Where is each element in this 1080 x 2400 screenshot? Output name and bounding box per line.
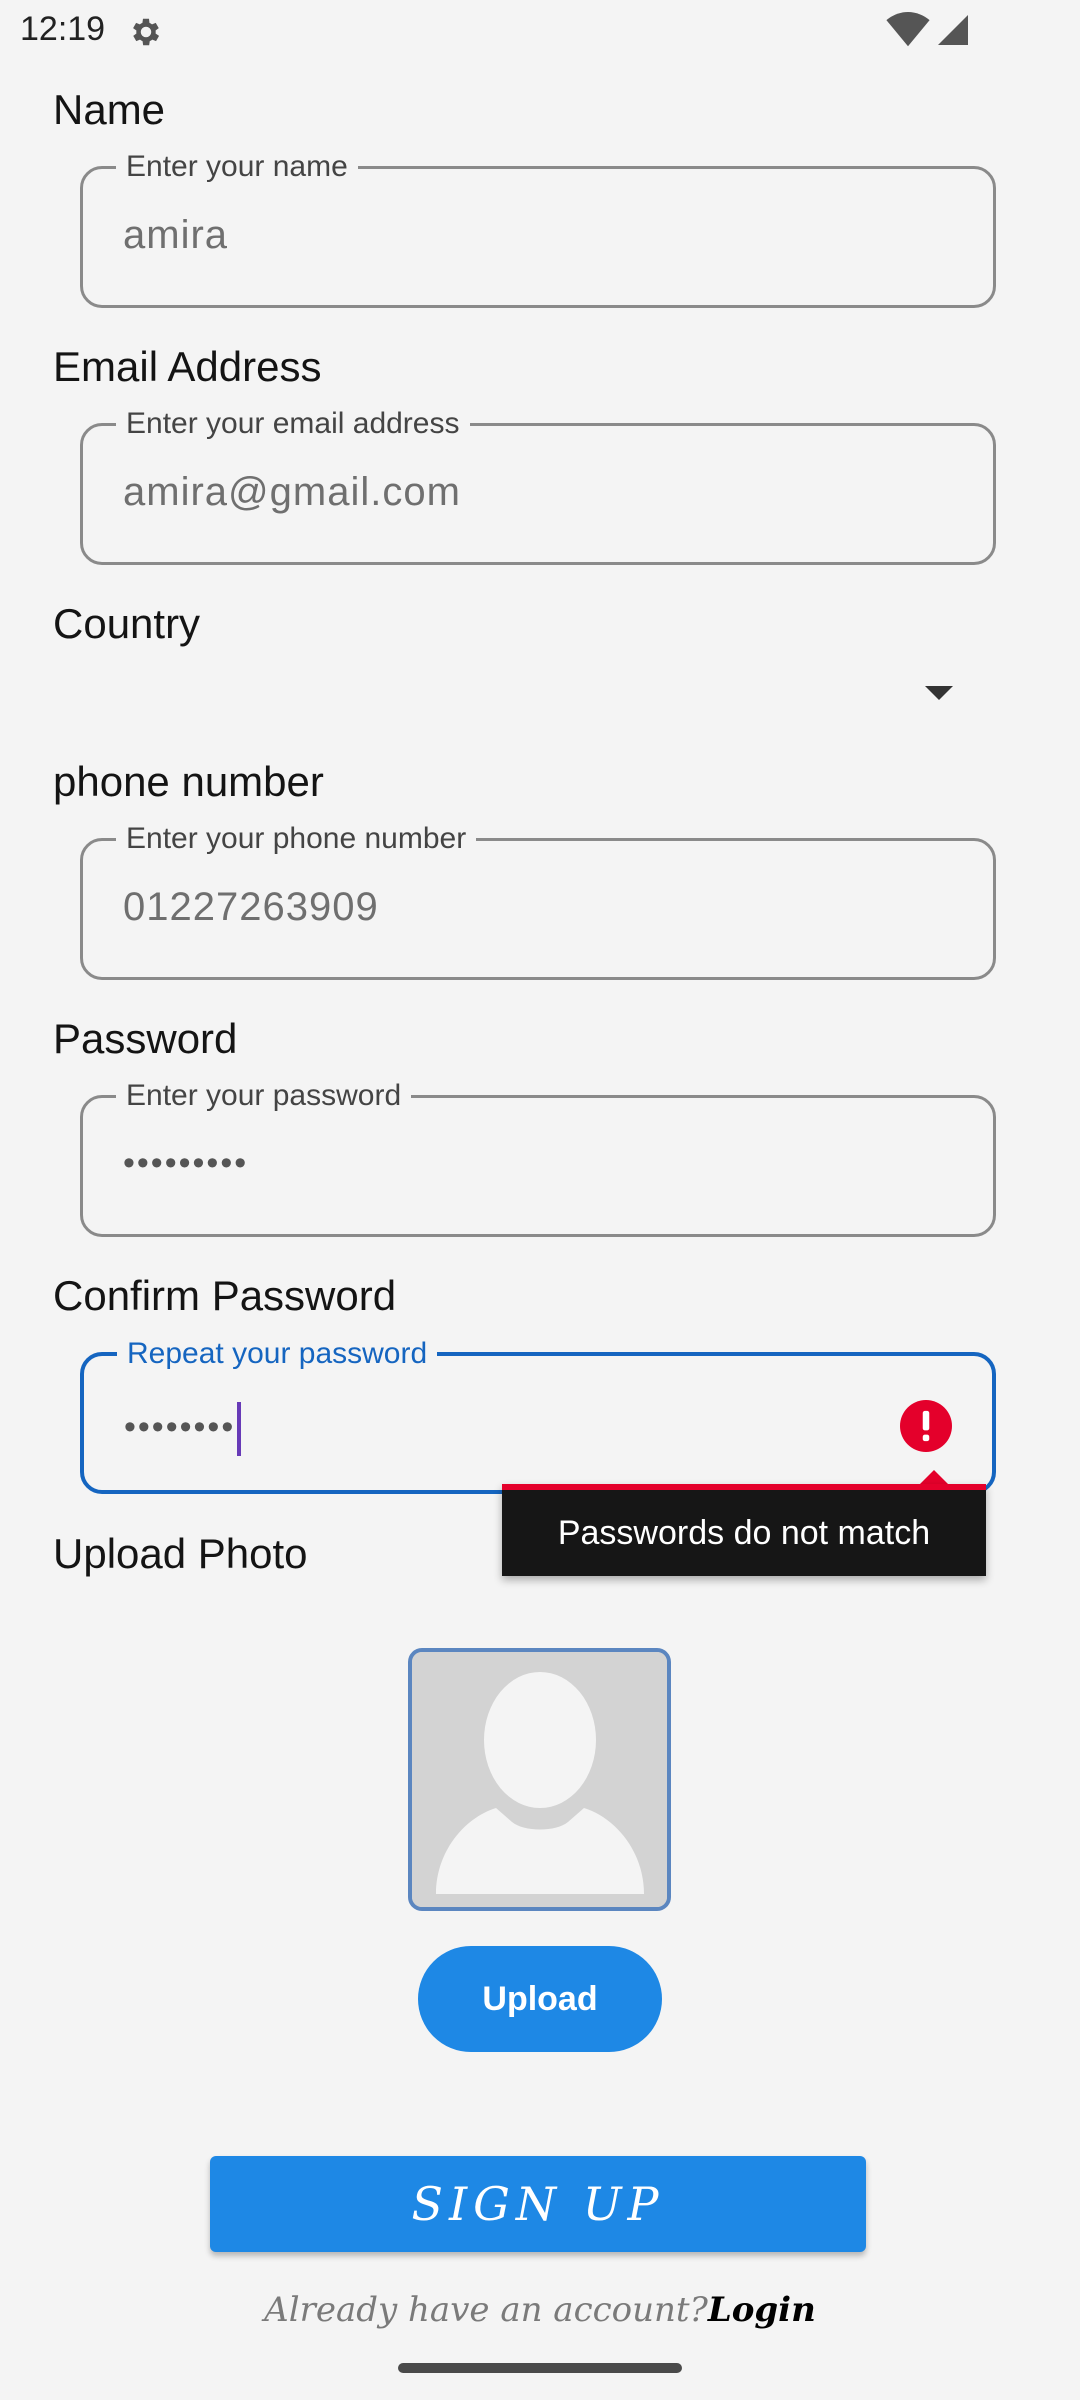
avatar-placeholder-icon xyxy=(412,1652,667,1907)
photo-section-label: Upload Photo xyxy=(53,1530,308,1577)
confirm-password-input[interactable]: •••••••• xyxy=(124,1402,242,1456)
name-section-label: Name xyxy=(53,86,166,133)
confirm-password-section-label: Confirm Password xyxy=(53,1272,397,1319)
status-time: 12:19 xyxy=(20,10,106,48)
password-section-label: Password xyxy=(53,1015,238,1062)
email-input[interactable]: amira@gmail.com xyxy=(123,470,461,515)
error-tooltip: Passwords do not match xyxy=(502,1484,986,1576)
name-field[interactable]: Enter your name amira xyxy=(80,149,996,308)
dropdown-arrow-icon[interactable] xyxy=(925,686,953,700)
phone-field[interactable]: Enter your phone number 01227263909 xyxy=(80,821,996,980)
phone-input[interactable]: 01227263909 xyxy=(123,885,379,930)
confirm-password-field-label: Repeat your password xyxy=(117,1336,438,1372)
email-section-label: Email Address xyxy=(53,343,322,390)
login-prompt: Already have an account?Login xyxy=(0,2290,1080,2330)
sign-up-button[interactable]: SIGN UP xyxy=(210,2156,866,2252)
gear-icon xyxy=(133,18,160,46)
text-cursor xyxy=(237,1402,242,1456)
signal-icon xyxy=(938,15,968,45)
status-bar: 12:19 xyxy=(0,0,1080,64)
error-icon xyxy=(900,1400,952,1452)
upload-button[interactable]: Upload xyxy=(418,1946,662,2052)
password-field-label: Enter your password xyxy=(116,1078,412,1114)
password-input[interactable]: ••••••••• xyxy=(123,1144,248,1183)
login-prompt-text: Already have an account? xyxy=(264,2290,708,2330)
login-link[interactable]: Login xyxy=(708,2290,816,2330)
phone-section-label: phone number xyxy=(53,758,324,805)
wifi-icon xyxy=(886,12,930,47)
confirm-password-field[interactable]: Repeat your password •••••••• xyxy=(80,1336,996,1494)
email-field-label: Enter your email address xyxy=(116,406,470,442)
photo-placeholder[interactable] xyxy=(408,1648,671,1911)
home-indicator[interactable] xyxy=(398,2363,682,2373)
email-field[interactable]: Enter your email address amira@gmail.com xyxy=(80,406,996,565)
phone-field-label: Enter your phone number xyxy=(116,821,477,857)
password-field[interactable]: Enter your password ••••••••• xyxy=(80,1078,996,1237)
country-section-label: Country xyxy=(53,600,201,647)
country-dropdown[interactable] xyxy=(53,660,973,730)
name-field-label: Enter your name xyxy=(116,149,358,185)
name-input[interactable]: amira xyxy=(123,213,228,258)
